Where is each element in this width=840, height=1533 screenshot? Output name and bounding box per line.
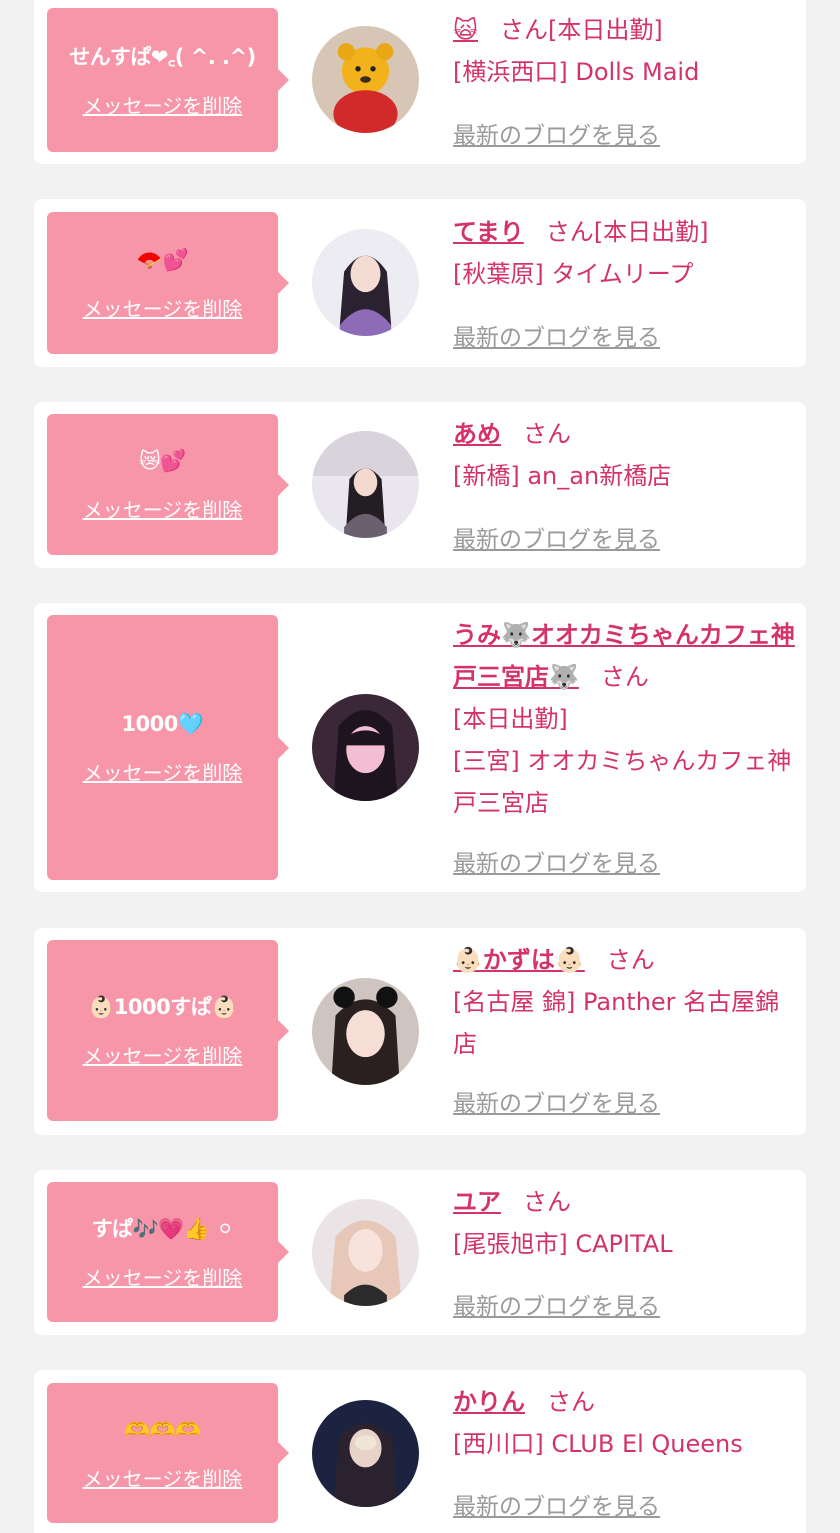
message-bubble: せんすぱ❤︎꜀( ^. .^) メッセージを削除	[47, 8, 289, 152]
bear-plush-avatar-icon	[312, 26, 419, 133]
girl-info: てまり さん[本日出勤] [秋葉原] タイムリープ	[453, 211, 793, 295]
delete-message-link[interactable]: メッセージを削除	[83, 1262, 243, 1291]
avatar[interactable]	[312, 431, 419, 538]
girl-info: 👶🏻かずは👶🏻 さん [名古屋 錦] Panther 名古屋錦店	[453, 939, 798, 1065]
message-text: すぱ🎶💗👍 ⚪	[91, 1216, 234, 1241]
message-card: 😿💕 メッセージを削除 あめ さん [新橋] an_an新橋店 最新のブログを見る	[34, 402, 806, 568]
girl-info: ユア さん [尾張旭市] CAPITAL	[453, 1181, 793, 1265]
shop-text: [新橋] an_an新橋店	[453, 462, 672, 490]
message-card: 👶🏻1000すぱ👶🏻 メッセージを削除 👶🏻かずは👶🏻 さん [名古屋 錦] Pa…	[34, 928, 806, 1135]
latest-blog-link[interactable]: 最新のブログを見る	[453, 1084, 660, 1118]
latest-blog-link[interactable]: 最新のブログを見る	[453, 318, 660, 352]
latest-blog-link[interactable]: 最新のブログを見る	[453, 1487, 660, 1521]
girl-name-link[interactable]: 🙀	[453, 16, 478, 44]
message-text: 🪭💕	[136, 247, 189, 272]
shop-text: [秋葉原] タイムリープ	[453, 260, 694, 288]
latest-blog-link[interactable]: 最新のブログを見る	[453, 1287, 660, 1321]
honorific: さん	[523, 420, 571, 448]
avatar[interactable]	[312, 1400, 419, 1507]
message-text: せんすぱ❤︎꜀( ^. .^)	[69, 44, 256, 69]
status-text: [本日出勤]	[548, 16, 663, 44]
message-card: 🪭💕 メッセージを削除 てまり さん[本日出勤] [秋葉原] タイムリープ 最新の…	[34, 199, 806, 367]
girl-name-link[interactable]: 👶🏻かずは👶🏻	[453, 946, 585, 974]
delete-message-link[interactable]: メッセージを削除	[83, 1040, 243, 1069]
latest-blog-link[interactable]: 最新のブログを見る	[453, 116, 660, 150]
message-text: 👶🏻1000すぱ👶🏻	[88, 995, 237, 1019]
girl-name-link[interactable]: てまり	[453, 218, 524, 246]
avatar[interactable]	[312, 1199, 419, 1306]
delete-message-link[interactable]: メッセージを削除	[83, 757, 243, 786]
message-text: 🫶🫶🫶	[124, 1417, 201, 1442]
status-text: [本日出勤]	[593, 218, 709, 246]
shop-text: [三宮] オオカミちゃんカフェ神戸三宮店	[453, 747, 792, 817]
honorific: さん	[500, 16, 549, 44]
latest-blog-link[interactable]: 最新のブログを見る	[453, 844, 660, 878]
girl-info: うみ🐺オオカミちゃんカフェ神戸三宮店🐺 さん [本日出勤] [三宮] オオカミちゃ…	[453, 614, 798, 824]
girl-avatar-icon	[312, 1199, 419, 1306]
avatar[interactable]	[312, 26, 419, 133]
message-card: すぱ🎶💗👍 ⚪ メッセージを削除 ユア さん [尾張旭市] CAPITAL 最新の…	[34, 1170, 806, 1335]
girl-name-link[interactable]: かりん	[453, 1388, 525, 1416]
message-bubble: すぱ🎶💗👍 ⚪ メッセージを削除	[47, 1182, 289, 1322]
girl-avatar-icon	[312, 1400, 419, 1507]
message-bubble: 👶🏻1000すぱ👶🏻 メッセージを削除	[47, 940, 289, 1121]
message-text: 1000🩵	[121, 712, 204, 736]
shop-text: [西川口] CLUB El Queens	[453, 1430, 743, 1458]
avatar[interactable]	[312, 229, 419, 336]
honorific: さん	[600, 663, 649, 691]
message-card: 🫶🫶🫶 メッセージを削除 かりん さん [西川口] CLUB El Queens …	[34, 1370, 806, 1533]
girl-name-link[interactable]: あめ	[453, 420, 501, 448]
delete-message-link[interactable]: メッセージを削除	[83, 494, 243, 523]
message-bubble: 1000🩵 メッセージを削除	[47, 615, 289, 880]
avatar[interactable]	[312, 978, 419, 1085]
girl-avatar-icon	[312, 431, 419, 538]
message-bubble: 🪭💕 メッセージを削除	[47, 212, 289, 354]
message-card: せんすぱ❤︎꜀( ^. .^) メッセージを削除 🙀 さん[本日出勤] [横浜西口…	[34, 0, 806, 164]
girl-info: あめ さん [新橋] an_an新橋店	[453, 413, 793, 497]
shop-text: [名古屋 錦] Panther 名古屋錦店	[453, 988, 780, 1058]
message-bubble: 😿💕 メッセージを削除	[47, 414, 289, 555]
girl-name-link[interactable]: ユア	[453, 1188, 501, 1216]
girl-info: 🙀 さん[本日出勤] [横浜西口] Dolls Maid	[453, 9, 793, 93]
girl-info: かりん さん [西川口] CLUB El Queens	[453, 1381, 793, 1465]
girl-avatar-icon	[312, 978, 419, 1085]
honorific: さん	[523, 1188, 571, 1216]
message-text: 😿💕	[138, 449, 187, 473]
message-card: 1000🩵 メッセージを削除 うみ🐺オオカミちゃんカフェ神戸三宮店🐺 さん [本日…	[34, 603, 806, 892]
latest-blog-link[interactable]: 最新のブログを見る	[453, 520, 660, 554]
delete-message-link[interactable]: メッセージを削除	[83, 90, 243, 119]
delete-message-link[interactable]: メッセージを削除	[83, 293, 243, 322]
honorific: さん	[606, 946, 655, 974]
girl-avatar-icon	[312, 694, 419, 801]
honorific: さん	[547, 1388, 595, 1416]
shop-text: [尾張旭市] CAPITAL	[453, 1230, 673, 1258]
status-text: [本日出勤]	[453, 705, 568, 733]
avatar[interactable]	[312, 694, 419, 801]
girl-avatar-icon	[312, 229, 419, 336]
delete-message-link[interactable]: メッセージを削除	[83, 1463, 243, 1492]
message-bubble: 🫶🫶🫶 メッセージを削除	[47, 1383, 289, 1523]
shop-text: [横浜西口] Dolls Maid	[453, 58, 700, 86]
honorific: さん	[545, 218, 594, 246]
